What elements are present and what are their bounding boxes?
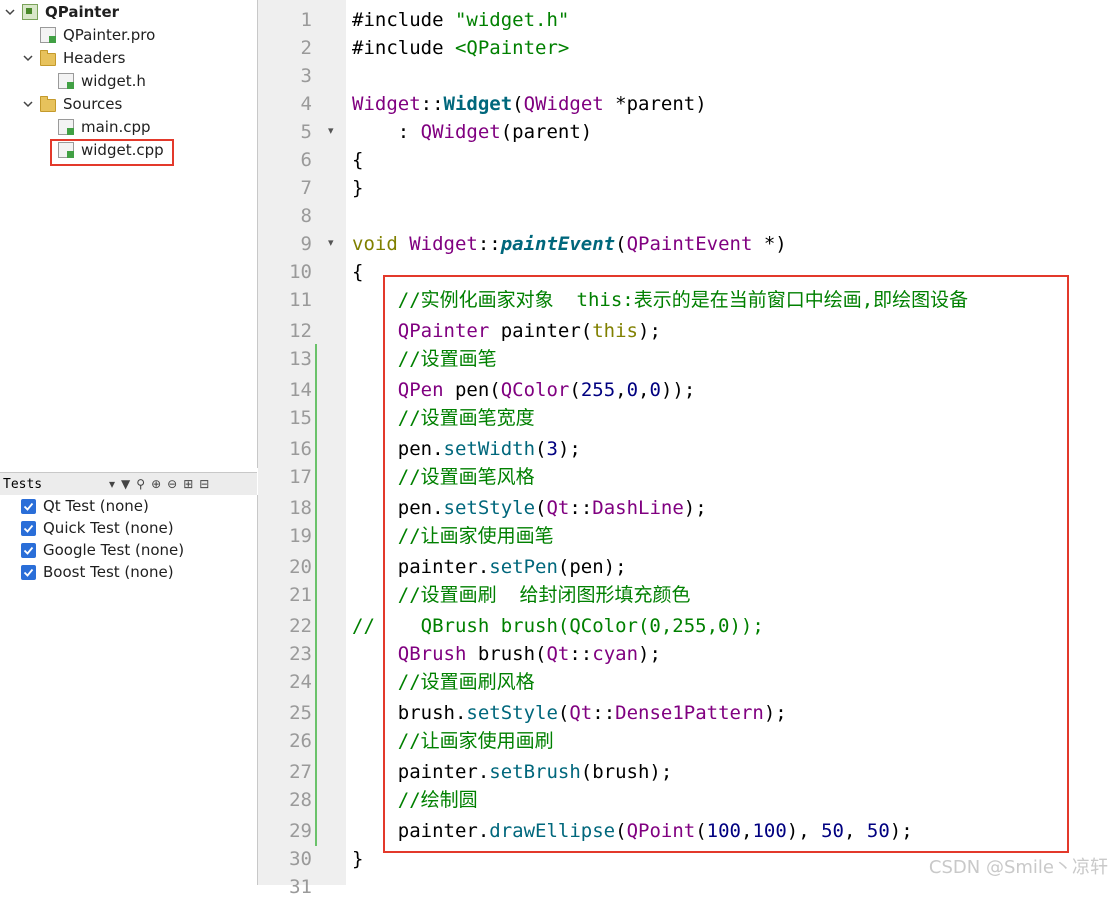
line-number: 13 [289,348,312,370]
code-line: } [352,848,364,870]
line-number: 19 [289,525,312,547]
line-number: 3 [300,65,312,87]
test-item-qt[interactable]: Qt Test (none) [21,495,149,517]
project-icon [22,4,38,20]
project-tree-pane: QPainter QPainter.pro Headers widget.h S… [0,0,258,468]
chevron-down-icon[interactable] [4,6,16,18]
checkbox-checked-icon[interactable] [21,520,36,536]
dropdown-icon[interactable]: ▾ [109,477,115,491]
chevron-down-icon[interactable] [22,52,34,64]
code-line: : QWidget(parent) [352,121,593,143]
line-number: 1 [300,9,312,31]
chevron-down-icon[interactable] [22,98,34,110]
change-marker-bar [315,344,317,846]
line-number: 11 [289,289,312,311]
line-number: 12 [289,320,312,342]
line-number: 27 [289,761,312,783]
test-item-boost[interactable]: Boost Test (none) [21,561,174,583]
tree-item-label: Headers [63,49,126,67]
test-item-quick[interactable]: Quick Test (none) [21,517,174,539]
test-item-label: Qt Test (none) [43,497,149,515]
fold-arrow-icon[interactable]: ▾ [328,237,338,248]
code-line: Widget::Widget(QWidget *parent) [352,93,707,115]
line-number: 25 [289,702,312,724]
tests-pane: Qt Test (none) Quick Test (none) Google … [0,495,258,885]
line-number: 17 [289,466,312,488]
line-number: 21 [289,584,312,606]
line-number: 6 [300,149,312,171]
watermark: CSDN @Smile丶凉轩 [928,857,1108,878]
test-item-label: Boost Test (none) [43,563,174,581]
link-icon[interactable]: ⚲ [136,477,145,491]
line-number: 10 [289,261,312,283]
pro-file-icon [40,27,56,43]
tree-item-sources[interactable]: Sources [22,93,122,115]
tests-title: Tests [3,476,43,492]
checkbox-checked-icon[interactable] [21,542,36,558]
expand-icon[interactable]: ⊕ [151,477,161,491]
collapse-icon[interactable]: ⊖ [167,477,177,491]
tests-toolbar: Tests ▾ ▼ ⚲ ⊕ ⊖ ⊞ ⊟ [0,472,257,496]
test-item-label: Quick Test (none) [43,519,174,537]
line-number: 29 [289,820,312,842]
checkbox-checked-icon[interactable] [21,498,36,514]
filter-icon[interactable]: ▼ [121,477,130,491]
code-editor[interactable]: ▾ ▾ 1 2 3 4 5 6 7 8 9 10 11 12 13 14 15 16 17 18 19 20 21 22 2… [258,0,1114,898]
line-number: 31 [289,876,312,898]
tree-item-label: Sources [63,95,123,113]
line-number: 23 [289,643,312,665]
code-line: #include <QPainter> [352,37,570,59]
annotation-highlight-box [50,139,174,166]
line-number: 8 [300,205,312,227]
split-icon[interactable]: ⊞ [183,477,193,491]
tree-item-label: widget.h [81,72,146,90]
fold-arrow-icon[interactable]: ▾ [328,125,338,136]
code-line: } [352,177,364,199]
tree-item-widget-h[interactable]: widget.h [58,70,146,92]
line-number: 22 [289,615,312,637]
test-item-label: Google Test (none) [43,541,185,559]
line-number: 9 [300,233,312,255]
line-number: 30 [289,848,312,870]
line-number-gutter: ▾ ▾ 1 2 3 4 5 6 7 8 9 10 11 12 13 14 15 16 17 18 19 20 21 22 2… [258,0,346,898]
line-number: 2 [300,37,312,59]
line-number: 5 [300,121,312,143]
line-number: 16 [289,438,312,460]
line-number: 28 [289,789,312,811]
tree-item-main-cpp[interactable]: main.cpp [58,116,151,138]
code-line: void Widget::paintEvent(QPaintEvent *) [352,233,787,255]
header-file-icon [58,73,74,89]
annotation-highlight-box [383,275,1069,853]
line-number: 26 [289,730,312,752]
code-line: { [352,149,364,171]
close-panel-icon[interactable]: ⊟ [199,477,209,491]
tree-item-label: QPainter [45,3,120,21]
line-number: 18 [289,497,312,519]
line-number: 20 [289,556,312,578]
line-number: 4 [300,93,312,115]
source-file-icon [58,119,74,135]
test-item-google[interactable]: Google Test (none) [21,539,184,561]
checkbox-checked-icon[interactable] [21,564,36,580]
code-line: #include "widget.h" [352,9,570,31]
tree-item-label: main.cpp [81,118,151,136]
line-number: 7 [300,177,312,199]
tree-item-pro-file[interactable]: QPainter.pro [40,24,155,46]
line-number: 15 [289,407,312,429]
folder-icon [40,95,56,112]
tree-item-headers[interactable]: Headers [22,47,125,69]
tree-item-label: QPainter.pro [63,26,156,44]
tree-item-project[interactable]: QPainter [4,1,119,23]
line-number: 24 [289,671,312,693]
folder-icon [40,49,56,66]
line-number: 14 [289,379,312,401]
code-line: { [352,261,364,283]
